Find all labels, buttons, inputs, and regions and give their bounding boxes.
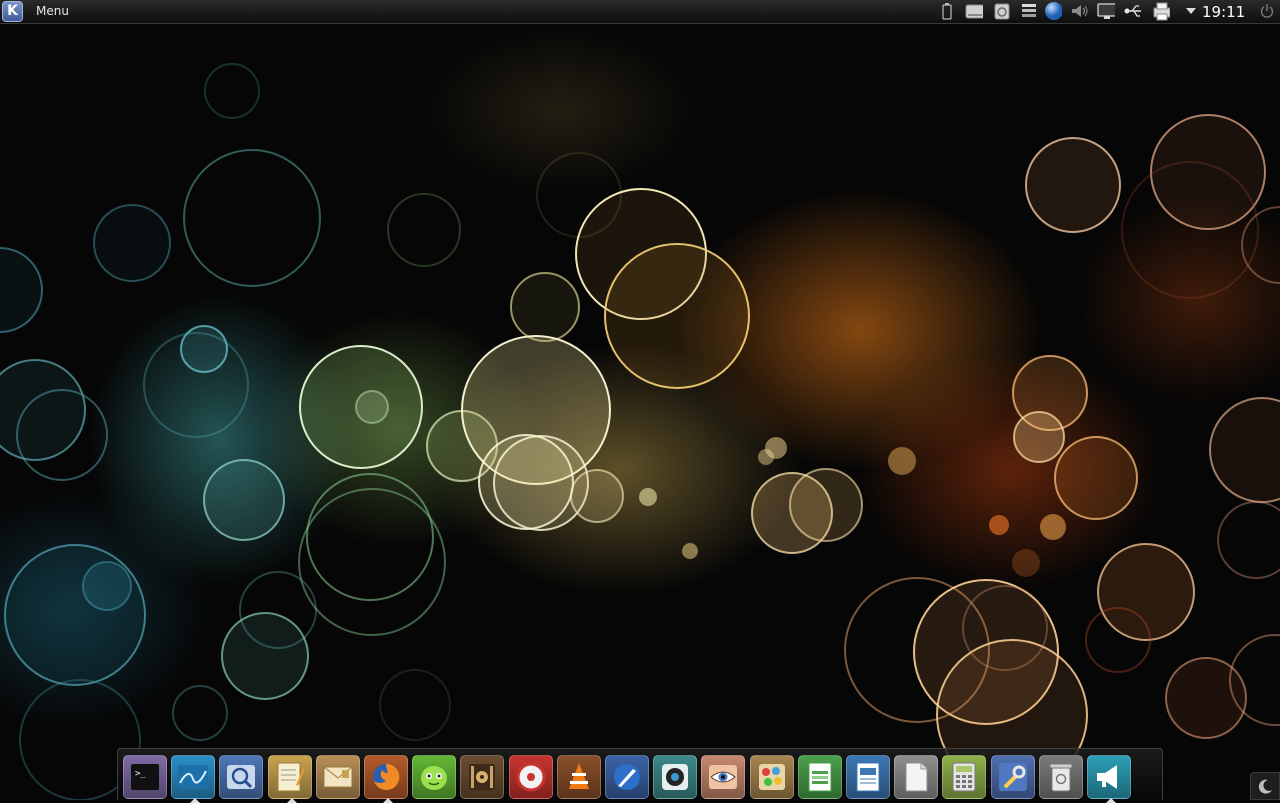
trash-icon[interactable] [992,2,1010,20]
video-editor-icon [469,764,496,790]
settings-icon [998,763,1027,791]
eye-icon [709,765,738,789]
bokeh-bubbles [0,63,1280,800]
vlc-app[interactable] [556,755,601,799]
tray-expand-arrow-icon[interactable] [1186,8,1196,14]
document-app[interactable] [846,755,890,799]
usb-icon[interactable] [1123,2,1141,20]
power-icon[interactable] [1258,2,1276,20]
firefox-app[interactable] [364,755,408,803]
camera-app[interactable] [653,755,698,799]
cd-player-app[interactable] [508,755,553,799]
announcer-icon [1097,765,1117,789]
spreadsheet-icon [808,762,832,792]
cd-player-icon [516,762,546,792]
desktop-wallpaper [0,0,1280,800]
video-editor-app[interactable] [460,755,505,799]
globe-icon[interactable] [1044,2,1062,20]
moon-icon [1258,779,1272,794]
paint-icon [758,764,785,790]
spreadsheet-app[interactable] [797,755,842,799]
document-icon [856,762,880,792]
running-indicator-icon [1106,798,1116,803]
clock[interactable]: 19:11 [1202,3,1245,21]
svg-text:>_: >_ [135,769,146,779]
text-editor-icon [277,762,305,792]
system-monitor-icon [178,765,209,789]
mail-app[interactable] [315,755,360,799]
printer-icon[interactable] [1152,2,1170,21]
running-indicator-icon [383,798,393,803]
dashboard-corner-button[interactable] [1250,772,1280,800]
announcer-app[interactable] [1087,755,1131,803]
chat-app[interactable] [412,755,457,799]
monitor-icon[interactable] [1097,2,1115,20]
menu-button[interactable]: Menu [36,4,69,18]
list-icon[interactable] [1020,2,1038,20]
vlc-icon [568,763,589,789]
blank-document-app[interactable] [894,755,939,799]
battery-icon[interactable] [938,2,956,20]
drive-icon[interactable] [965,2,983,20]
running-indicator-icon [286,798,297,803]
text-editor-app[interactable] [267,755,312,803]
blank-document-icon [905,762,928,792]
volume-icon[interactable] [1070,2,1088,20]
chat-icon [421,766,448,790]
terminal-icon: >_ [131,764,159,790]
kde-logo-icon: K [7,3,18,19]
system-monitor-app[interactable] [171,755,216,803]
calculator-app[interactable] [942,755,987,799]
browser-icon [614,764,640,790]
eye-app[interactable] [701,755,746,799]
running-indicator-icon [190,798,201,803]
firefox-icon [373,763,400,790]
calculator-icon [952,762,976,792]
top-panel: K Menu 19:11 [0,0,1280,24]
image-viewer-icon [227,765,256,789]
trash-app[interactable] [1038,755,1083,799]
trash-icon [1049,763,1073,792]
kde-launcher-button[interactable]: K [2,1,23,22]
dock: >_ [117,748,1163,803]
terminal-app[interactable]: >_ [123,755,167,799]
image-viewer-app[interactable] [219,755,264,799]
mail-icon [323,766,353,788]
camera-icon [662,764,689,790]
settings-app[interactable] [990,755,1035,799]
paint-app[interactable] [749,755,794,799]
browser-app[interactable] [605,755,649,799]
